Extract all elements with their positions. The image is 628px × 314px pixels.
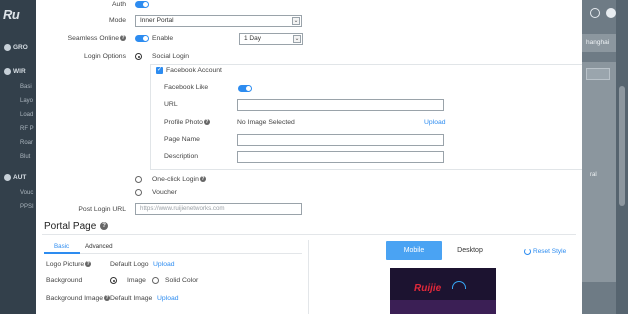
description-label: Description — [164, 153, 198, 160]
preview-background — [390, 300, 496, 314]
mode-select[interactable]: Inner Portal ⌄ — [135, 15, 302, 27]
scrollbar-thumb[interactable] — [619, 86, 625, 206]
portal-config-modal: Auth Mode Inner Portal ⌄ Seamless Online… — [36, 0, 582, 314]
background-solid-option: Solid Color — [165, 277, 199, 284]
page-name-input[interactable] — [237, 134, 444, 146]
sidebar-logo: Ru — [3, 7, 20, 22]
tab-basic[interactable]: Basic — [54, 243, 69, 250]
preview-logo: Ruijie — [414, 283, 442, 294]
sidebar-item-bluetooth[interactable]: Blut — [20, 154, 30, 160]
background-upload-link[interactable]: Upload — [157, 295, 179, 302]
sidebar-item-ppsk[interactable]: PPSI — [20, 204, 34, 210]
sidebar-item-voucher[interactable]: Vouc — [20, 190, 33, 196]
cloud-icon — [452, 281, 466, 289]
seamless-online-label: Seamless Online? — [67, 35, 126, 42]
mobile-preview-button[interactable]: Mobile — [386, 241, 442, 260]
location-tag: hanghai — [582, 34, 620, 52]
active-tab-indicator — [44, 252, 80, 254]
sidebar-section-group[interactable]: GRO — [4, 44, 28, 51]
post-login-url-input[interactable]: https://www.ruijienetworks.com — [135, 203, 302, 215]
section-divider — [42, 234, 576, 235]
background-image-label: Background Image? — [46, 295, 111, 302]
voucher-radio[interactable] — [135, 189, 142, 196]
globe-icon — [590, 8, 600, 18]
chevron-down-icon: ⌄ — [292, 17, 300, 25]
help-icon: ? — [85, 261, 92, 268]
sidebar-item-roaming[interactable]: Roar — [20, 140, 33, 146]
sidebar-item-layout[interactable]: Layo — [20, 98, 33, 104]
help-icon: ? — [199, 176, 206, 183]
tabs-divider — [44, 253, 302, 254]
facebook-account-checkbox[interactable]: ✓ — [156, 67, 163, 74]
page-scrollbar[interactable] — [616, 0, 628, 314]
facebook-account-label: Facebook Account — [166, 67, 222, 74]
portal-preview: Ruijie — [390, 268, 496, 314]
help-icon: ? — [120, 35, 126, 42]
logo-upload-link[interactable]: Upload — [153, 261, 175, 268]
seamless-enable-label: Enable — [152, 35, 174, 42]
sidebar: Ru GRO WIR Basi Layo Load RF P Roar Blut… — [0, 0, 36, 314]
shield-icon — [4, 174, 11, 181]
social-login-label: Social Login — [152, 53, 190, 60]
seamless-online-toggle[interactable] — [135, 35, 149, 42]
background-label: Background — [46, 277, 83, 284]
default-image-text: Default Image — [110, 295, 153, 302]
desktop-preview-button[interactable]: Desktop — [444, 241, 496, 260]
refresh-icon — [524, 248, 531, 255]
facebook-like-toggle[interactable] — [238, 85, 252, 92]
no-image-text: No Image Selected — [237, 119, 295, 126]
sidebar-section-auth[interactable]: AUT — [4, 174, 26, 181]
page-name-label: Page Name — [164, 136, 200, 143]
mode-label: Mode — [108, 17, 126, 24]
login-options-label: Login Options — [84, 53, 126, 60]
background-text: ral — [590, 172, 597, 178]
portal-page-title: Portal Page ? — [44, 221, 109, 232]
user-icon — [606, 8, 616, 18]
help-icon: ? — [100, 222, 109, 231]
help-icon: ? — [203, 119, 210, 126]
one-click-login-label: One-click Login? — [152, 176, 206, 183]
facebook-like-label: Facebook Like — [164, 84, 209, 91]
auth-label: Auth — [112, 1, 126, 8]
reset-style-link[interactable]: Reset Style — [524, 248, 566, 255]
profile-photo-upload-link[interactable]: Upload — [424, 119, 446, 126]
background-image-option: Image — [127, 277, 146, 284]
sidebar-item-basic[interactable]: Basi — [20, 84, 32, 90]
cluster-icon — [4, 44, 11, 51]
url-label: URL — [164, 101, 178, 108]
profile-photo-label: Profile Photo? — [164, 119, 210, 126]
panel-divider — [308, 240, 309, 314]
chevron-down-icon: ⌄ — [293, 35, 301, 43]
sidebar-section-wireless[interactable]: WIR — [4, 68, 26, 75]
logo-picture-label: Logo Picture? — [46, 261, 92, 268]
default-logo-text: Default Logo — [110, 261, 149, 268]
wifi-icon — [4, 68, 11, 75]
seamless-period-select[interactable]: 1 Day ⌄ — [239, 33, 303, 45]
background-image-radio[interactable] — [110, 277, 117, 284]
background-solid-radio[interactable] — [152, 277, 159, 284]
one-click-login-radio[interactable] — [135, 176, 142, 183]
tab-advanced[interactable]: Advanced — [85, 243, 113, 250]
url-input[interactable] — [237, 99, 444, 111]
sidebar-item-load[interactable]: Load — [20, 112, 33, 118]
sidebar-item-rf[interactable]: RF P — [20, 126, 34, 132]
auth-toggle[interactable] — [135, 1, 149, 8]
voucher-label: Voucher — [152, 189, 177, 196]
description-input[interactable] — [237, 151, 444, 163]
social-login-radio[interactable] — [135, 53, 142, 60]
post-login-url-label: Post Login URL — [78, 206, 126, 213]
background-box — [586, 68, 610, 80]
